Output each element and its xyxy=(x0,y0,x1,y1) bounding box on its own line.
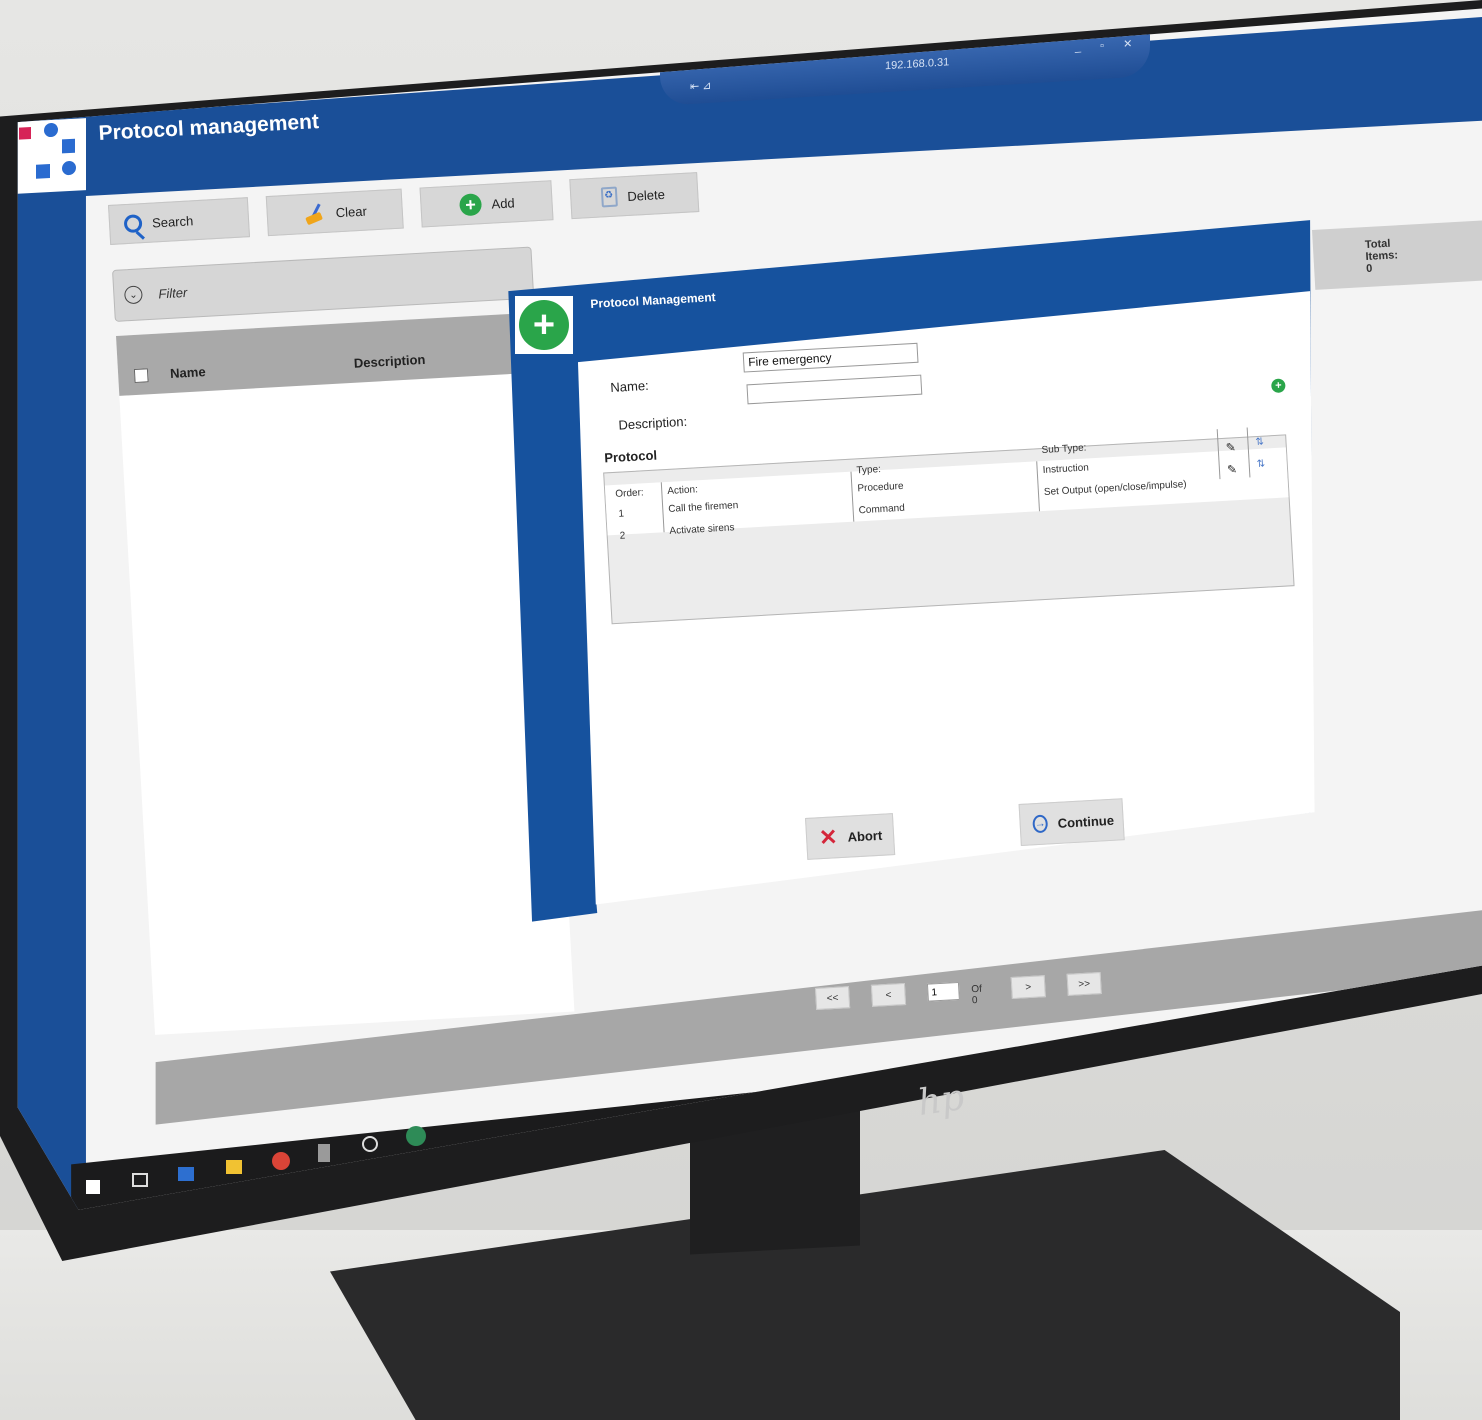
monitor-stand-base xyxy=(330,1150,1400,1420)
globe-app-icon[interactable] xyxy=(406,1126,426,1146)
reorder-icon[interactable]: ⇅ xyxy=(1256,459,1265,470)
settings-icon[interactable] xyxy=(362,1136,378,1152)
network-app-icon[interactable] xyxy=(178,1167,194,1181)
continue-button[interactable]: → Continue xyxy=(1018,798,1125,846)
row-2-action: Activate sirens xyxy=(669,522,735,537)
abort-button-label: Abort xyxy=(847,827,883,845)
plus-icon: + xyxy=(519,300,569,350)
folder-icon[interactable] xyxy=(226,1160,242,1174)
header-type[interactable]: Type: xyxy=(856,464,881,476)
windows-start-icon[interactable] xyxy=(86,1180,100,1194)
row-1-order: 1 xyxy=(618,508,625,520)
chrome-icon[interactable] xyxy=(272,1152,290,1170)
edit-icon[interactable]: ✎ xyxy=(1227,462,1238,477)
header-subtype[interactable]: Sub Type: xyxy=(1041,443,1086,456)
task-view-icon[interactable] xyxy=(132,1173,148,1187)
name-label: Name: xyxy=(610,377,650,395)
arrow-right-icon: → xyxy=(1032,814,1049,834)
continue-button-label: Continue xyxy=(1057,812,1115,831)
row-2-order: 2 xyxy=(619,530,626,542)
abort-button[interactable]: ✕ Abort xyxy=(805,813,896,860)
protocol-label: Protocol xyxy=(603,447,658,466)
header-action[interactable]: Action: xyxy=(667,484,698,497)
dialog-add-badge: + xyxy=(515,296,573,354)
edit-icon[interactable]: ✎ xyxy=(1225,440,1236,455)
reorder-icon[interactable]: ⇅ xyxy=(1255,437,1264,448)
header-order[interactable]: Order: xyxy=(615,487,644,500)
close-icon: ✕ xyxy=(818,824,839,851)
server-app-icon[interactable] xyxy=(318,1144,330,1162)
monitor-brand-logo: hp xyxy=(915,1076,967,1125)
